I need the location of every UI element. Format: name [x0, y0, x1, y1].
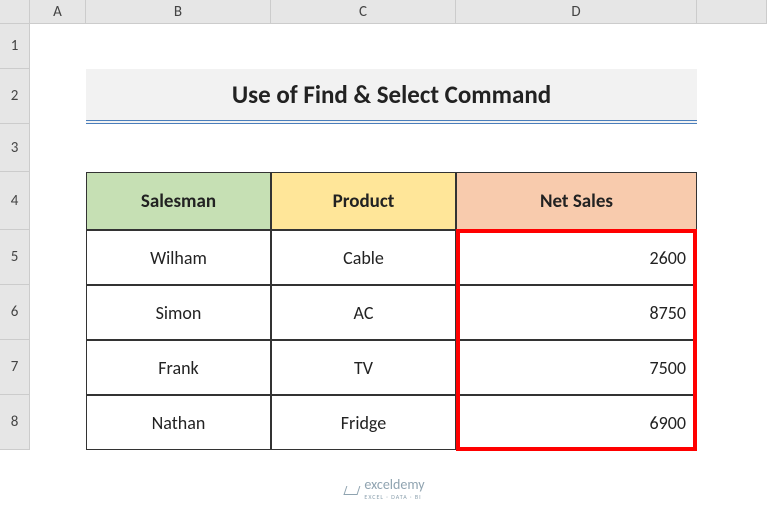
table-row[interactable]: Wilham [86, 230, 271, 285]
cell-E1[interactable] [697, 24, 767, 69]
cell-B3[interactable] [86, 124, 271, 172]
spreadsheet-grid: A B C D 1 2 Use of Find & Select Command… [0, 0, 767, 507]
cell-A4[interactable] [30, 172, 86, 230]
row-header-2[interactable]: 2 [0, 69, 30, 124]
cell-A2[interactable] [30, 69, 86, 124]
table-row[interactable]: Nathan [86, 395, 271, 450]
row-header-7[interactable]: 7 [0, 340, 30, 395]
brand-logo: exceldemy EXCEL · DATA · BI [342, 476, 424, 501]
row-header-5[interactable]: 5 [0, 230, 30, 285]
cell-E2[interactable] [697, 69, 767, 124]
cell-E4[interactable] [697, 172, 767, 230]
table-row[interactable]: Fridge [271, 395, 456, 450]
col-header-A[interactable]: A [30, 0, 86, 23]
cell-D3[interactable] [456, 124, 697, 172]
cell-E7[interactable] [697, 340, 767, 395]
table-row[interactable]: 6900 [456, 395, 697, 450]
col-header-B[interactable]: B [86, 0, 271, 23]
column-header-row: A B C D [0, 0, 767, 24]
table-row[interactable]: TV [271, 340, 456, 395]
cell-E3[interactable] [697, 124, 767, 172]
cell-A1[interactable] [30, 24, 86, 69]
cell-A3[interactable] [30, 124, 86, 172]
cell-A7[interactable] [30, 340, 86, 395]
col-header-blank [697, 0, 767, 23]
logo-tagline: EXCEL · DATA · BI [364, 493, 424, 501]
page-title[interactable]: Use of Find & Select Command [86, 69, 697, 124]
cell-A8[interactable] [30, 395, 86, 450]
cell-A6[interactable] [30, 285, 86, 340]
row-header-4[interactable]: 4 [0, 172, 30, 230]
col-header-C[interactable]: C [271, 0, 456, 23]
table-row[interactable]: Simon [86, 285, 271, 340]
cell-B1[interactable] [86, 24, 271, 69]
row-header-1[interactable]: 1 [0, 24, 30, 69]
table-row[interactable]: Frank [86, 340, 271, 395]
col-header-D[interactable]: D [456, 0, 697, 23]
logo-text: exceldemy [364, 476, 424, 493]
cell-D1[interactable] [456, 24, 697, 69]
table-row[interactable]: Cable [271, 230, 456, 285]
row-header-6[interactable]: 6 [0, 285, 30, 340]
table-header-product[interactable]: Product [271, 172, 456, 230]
select-all-corner[interactable] [0, 0, 30, 23]
cell-A5[interactable] [30, 230, 86, 285]
logo-icon [342, 482, 358, 496]
row-header-3[interactable]: 3 [0, 124, 30, 172]
cell-C3[interactable] [271, 124, 456, 172]
cell-E5[interactable] [697, 230, 767, 285]
cell-C1[interactable] [271, 24, 456, 69]
cell-E6[interactable] [697, 285, 767, 340]
table-row[interactable]: 7500 [456, 340, 697, 395]
table-row[interactable]: 8750 [456, 285, 697, 340]
table-header-salesman[interactable]: Salesman [86, 172, 271, 230]
table-row[interactable]: AC [271, 285, 456, 340]
table-row[interactable]: 2600 [456, 230, 697, 285]
table-header-netsales[interactable]: Net Sales [456, 172, 697, 230]
cell-E8[interactable] [697, 395, 767, 450]
row-header-8[interactable]: 8 [0, 395, 30, 450]
